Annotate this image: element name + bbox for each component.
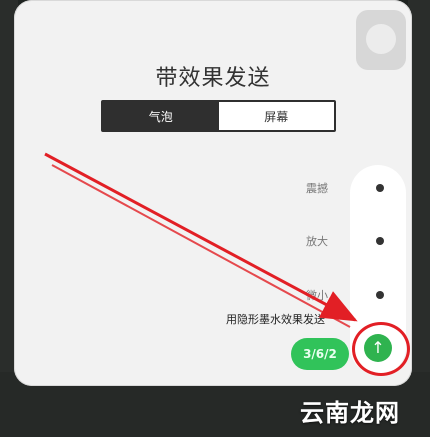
tab-bubble[interactable]: 气泡: [103, 102, 219, 130]
effect-option-slam[interactable]: 震撼: [270, 178, 390, 198]
dialog-title: 带效果发送: [155, 66, 271, 91]
radio-dot-icon[interactable]: [376, 291, 384, 299]
effect-option-label: 微小: [306, 289, 328, 302]
radio-dot-icon[interactable]: [376, 184, 384, 192]
effect-options-list: 震撼 放大 微小: [270, 160, 390, 330]
effect-option-label: 放大: [306, 235, 328, 248]
effect-option-gentle[interactable]: 微小: [270, 285, 390, 305]
radio-dot-icon[interactable]: [376, 237, 384, 245]
message-bubble: 3/6/2: [291, 338, 349, 370]
effect-option-label: 震撼: [306, 182, 328, 195]
watermark: 云南龙网: [300, 398, 400, 427]
effect-option-loud[interactable]: 放大: [270, 231, 390, 251]
effect-type-segmented-control: 气泡 屏幕: [101, 100, 336, 132]
control-knob-icon: [366, 24, 396, 54]
tab-screen[interactable]: 屏幕: [219, 102, 335, 130]
annotation-circle: [352, 322, 410, 376]
invisible-ink-send-label: 用隐形墨水效果发送: [226, 313, 325, 326]
